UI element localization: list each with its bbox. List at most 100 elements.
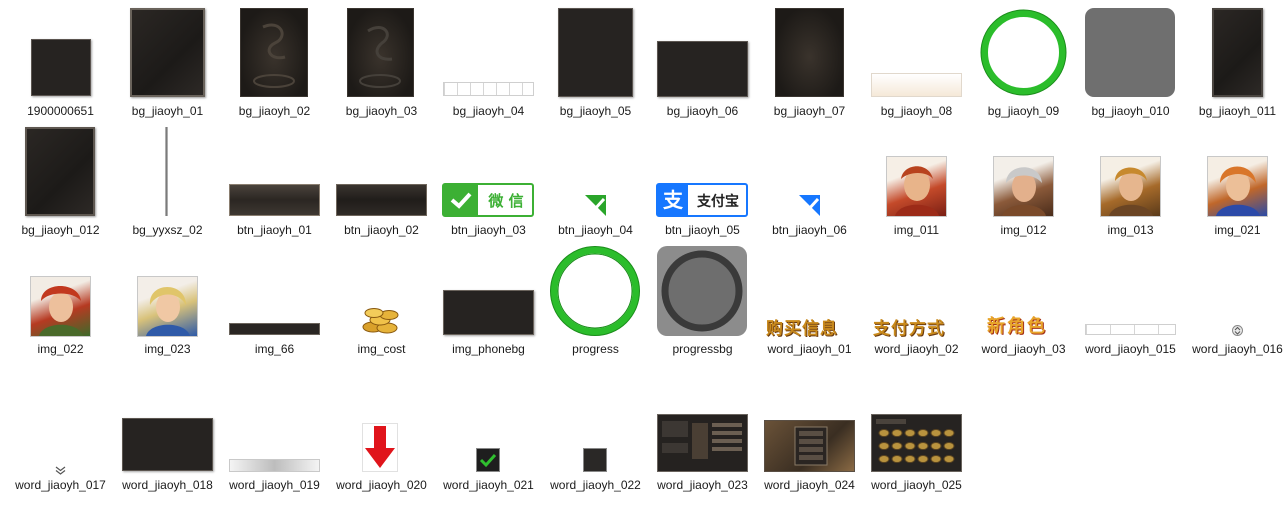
warrior-portrait-icon bbox=[1216, 166, 1260, 216]
wechat-label: 微 信 bbox=[488, 192, 524, 210]
file-name: bg_yyxsz_02 bbox=[132, 223, 203, 237]
file-name: bg_jiaoyh_02 bbox=[238, 104, 311, 118]
checkbox-empty-icon bbox=[583, 448, 607, 472]
double-chevron-down-icon bbox=[55, 466, 66, 475]
file-thumbnail bbox=[1207, 156, 1268, 217]
file-thumbnail bbox=[1100, 156, 1161, 217]
ui-preview-icon bbox=[662, 421, 742, 459]
file-name: word_jiaoyh_025 bbox=[871, 478, 962, 492]
warrior-portrait-icon bbox=[146, 287, 190, 336]
file-thumbnail bbox=[886, 156, 947, 217]
file-name: word_jiaoyh_02 bbox=[874, 342, 959, 356]
file-name: word_jiaoyh_018 bbox=[122, 478, 213, 492]
file-name: bg_jiaoyh_07 bbox=[773, 104, 846, 118]
alipay-logo-icon: 支 bbox=[658, 185, 688, 215]
file-thumbnail bbox=[1232, 323, 1243, 336]
word-art-text: 支付方式 bbox=[873, 319, 945, 339]
file-thumbnail bbox=[137, 276, 198, 337]
file-name: word_jiaoyh_021 bbox=[443, 478, 534, 492]
file-thumbnail bbox=[55, 462, 66, 475]
up-down-arrow-icon bbox=[1232, 325, 1243, 336]
file-name: bg_jiaoyh_010 bbox=[1091, 104, 1170, 118]
file-name: btn_jiaoyh_01 bbox=[237, 223, 312, 237]
warrior-portrait-icon bbox=[39, 286, 83, 336]
progress-bg-ring-icon bbox=[661, 250, 743, 332]
coin-grid-preview-icon bbox=[876, 419, 955, 463]
warrior-portrait-icon bbox=[1002, 167, 1046, 216]
file-name: btn_jiaoyh_02 bbox=[344, 223, 419, 237]
file-name: bg_jiaoyh_012 bbox=[21, 223, 100, 237]
file-name: img_phonebg bbox=[452, 342, 525, 356]
file-thumbnail bbox=[476, 448, 500, 472]
file-thumbnail bbox=[657, 246, 747, 336]
file-name: word_jiaoyh_01 bbox=[767, 342, 852, 356]
file-name: word_jiaoyh_022 bbox=[550, 478, 641, 492]
file-thumbnail bbox=[775, 8, 844, 97]
file-thumbnail bbox=[871, 414, 962, 472]
file-name: 1900000651 bbox=[27, 104, 94, 118]
file-thumbnail bbox=[443, 82, 534, 96]
file-thumbnail bbox=[31, 39, 91, 96]
file-name: img_013 bbox=[1107, 223, 1154, 237]
file-name: word_jiaoyh_03 bbox=[981, 342, 1066, 356]
file-name: btn_jiaoyh_06 bbox=[772, 223, 847, 237]
file-name: bg_jiaoyh_011 bbox=[1198, 104, 1277, 118]
file-name: img_011 bbox=[893, 223, 940, 237]
gold-coins-icon bbox=[362, 308, 399, 334]
file-name: btn_jiaoyh_05 bbox=[665, 223, 740, 237]
file-name: bg_jiaoyh_01 bbox=[131, 104, 204, 118]
file-name: img_022 bbox=[37, 342, 84, 356]
file-name: btn_jiaoyh_04 bbox=[558, 223, 633, 237]
file-name: word_jiaoyh_017 bbox=[15, 478, 106, 492]
file-thumbnail bbox=[122, 418, 213, 471]
dragon-emblem-icon bbox=[359, 26, 401, 88]
file-thumbnail bbox=[229, 184, 320, 216]
file-name: bg_jiaoyh_06 bbox=[666, 104, 739, 118]
file-name: img_cost bbox=[357, 342, 406, 356]
file-thumbnail bbox=[336, 184, 427, 216]
file-thumbnail bbox=[657, 41, 748, 97]
file-name: word_jiaoyh_015 bbox=[1085, 342, 1176, 356]
file-thumbnail bbox=[585, 195, 606, 216]
file-thumbnail bbox=[764, 420, 855, 472]
file-thumbnail bbox=[993, 156, 1054, 217]
file-thumbnail bbox=[443, 290, 534, 335]
file-name: word_jiaoyh_023 bbox=[657, 478, 748, 492]
file-name: bg_jiaoyh_03 bbox=[345, 104, 418, 118]
file-thumbnail bbox=[347, 8, 414, 97]
file-thumbnail bbox=[1085, 8, 1175, 97]
file-thumbnail bbox=[558, 8, 633, 97]
file-name: word_jiaoyh_024 bbox=[764, 478, 855, 492]
file-thumbnail bbox=[229, 459, 320, 472]
file-name: img_012 bbox=[1000, 223, 1047, 237]
file-thumbnail bbox=[130, 8, 205, 97]
file-thumbnail bbox=[1085, 324, 1176, 335]
file-name: bg_jiaoyh_05 bbox=[559, 104, 632, 118]
warrior-portrait-icon bbox=[895, 166, 939, 216]
ui-preview-icon bbox=[794, 426, 828, 466]
alipay-label: 支付宝 bbox=[697, 194, 739, 210]
red-down-arrow-icon bbox=[365, 426, 395, 468]
wechat-button-thumbnail: 微 信 bbox=[442, 183, 534, 217]
file-name: bg_jiaoyh_09 bbox=[987, 104, 1060, 118]
file-name: word_jiaoyh_020 bbox=[336, 478, 427, 492]
file-thumbnail bbox=[657, 414, 748, 472]
file-name: bg_jiaoyh_08 bbox=[880, 104, 953, 118]
file-thumbnail bbox=[165, 127, 168, 216]
file-name: bg_jiaoyh_04 bbox=[452, 104, 525, 118]
green-check-corner-icon bbox=[585, 195, 606, 216]
progress-ring-icon bbox=[550, 246, 640, 336]
wechat-check-icon bbox=[444, 185, 478, 215]
file-thumbnail bbox=[362, 423, 398, 472]
file-thumbnail bbox=[799, 195, 820, 216]
file-thumbnail bbox=[25, 127, 95, 216]
checkbox-checked-icon bbox=[479, 453, 497, 468]
file-name: progress bbox=[572, 342, 619, 356]
dragon-emblem-icon bbox=[253, 23, 295, 88]
file-thumbnail bbox=[30, 276, 91, 337]
word-art-text: 新角色 bbox=[987, 316, 1047, 337]
file-name: img_023 bbox=[144, 342, 191, 356]
file-thumbnail bbox=[359, 304, 403, 335]
file-thumbnail bbox=[229, 323, 320, 335]
file-thumbnail bbox=[1212, 8, 1263, 97]
